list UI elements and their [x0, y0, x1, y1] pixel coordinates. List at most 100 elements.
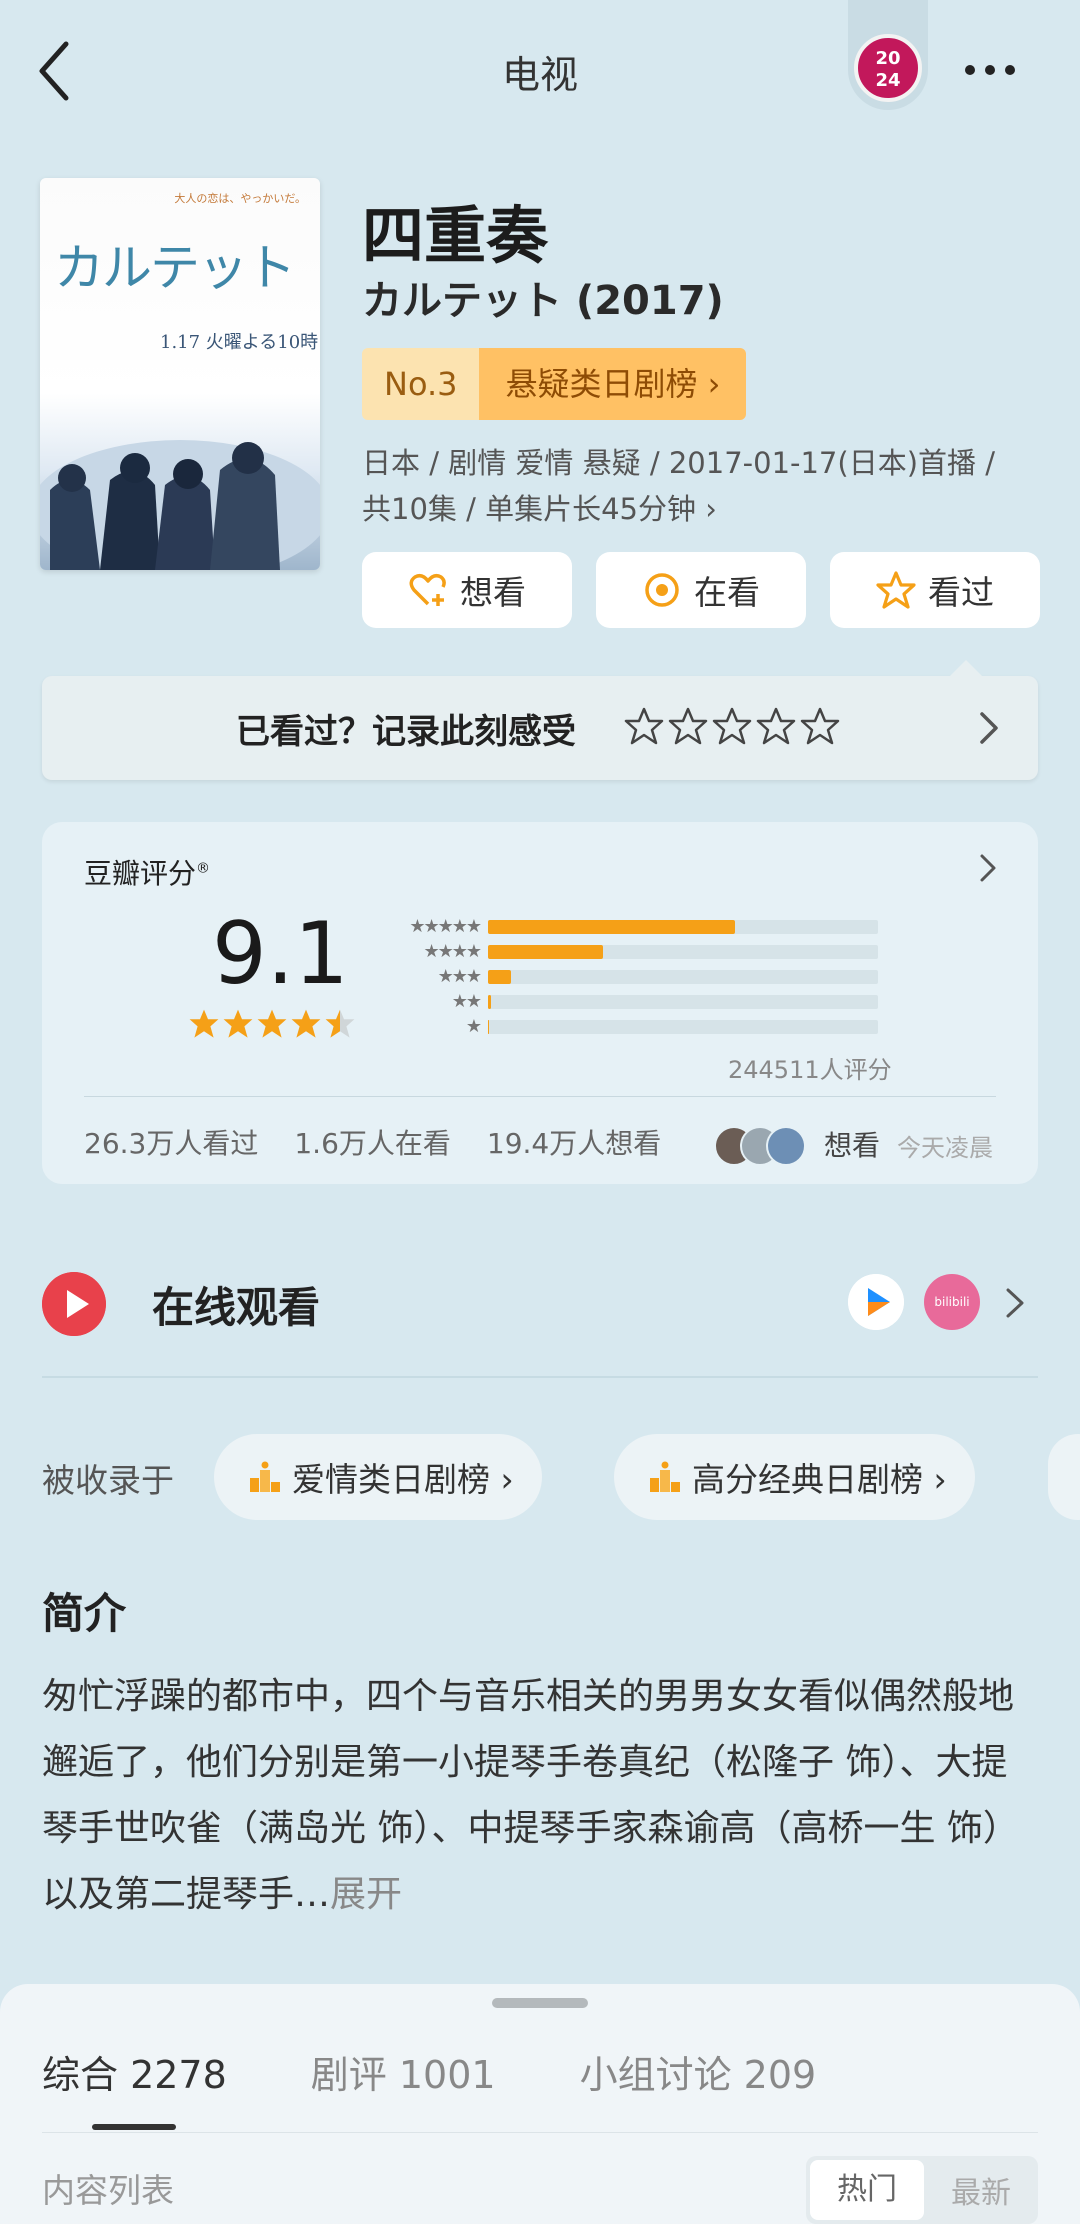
rating-star — [257, 1009, 287, 1038]
poster-tagline: 大人の恋は、やっかいだ。 — [174, 192, 306, 205]
bottom-sheet: 综合 2278 剧评 1001 小组讨论 209 内容列表 热门 最新 — [0, 1984, 1080, 2224]
rating-bar-fill — [488, 944, 604, 959]
rating-bar-stars: ★★ — [451, 991, 482, 1012]
list-chip-label: 爱情类日剧榜 › — [292, 1460, 514, 1499]
rating-stars — [188, 1008, 356, 1040]
synopsis-body: 匆忙浮躁的都市中，四个与音乐相关的男男女女看似偶然般地邂逅了，他们分别是第一小提… — [42, 1676, 1019, 1915]
rank-number: No.3 — [362, 348, 480, 420]
rating-bar-row: ★★★★ — [382, 939, 878, 964]
want-to-watch-label: 想看 — [460, 573, 526, 612]
synopsis-heading: 简介 — [42, 1589, 127, 1638]
rating-star — [325, 1009, 355, 1038]
chevron-right-icon[interactable] — [970, 850, 1006, 886]
show-title: 四重奏 — [362, 199, 549, 272]
poster-date: 1.17 火曜よる10時 — [160, 332, 319, 353]
divider — [84, 1096, 996, 1097]
watched-label: 看过 — [928, 573, 994, 612]
star-outline-icon[interactable] — [624, 706, 664, 746]
watching-label: 在看 — [694, 573, 760, 612]
watched-button[interactable]: 看过 — [830, 552, 1040, 628]
rating-bar-row: ★★★ — [382, 964, 878, 989]
star-outline-icon[interactable] — [712, 706, 752, 746]
rating-bar-track — [488, 994, 878, 1009]
poster-people-illustration — [40, 440, 320, 570]
friend-time: 今天凌晨 — [897, 1134, 993, 1162]
rating-bar-stars: ★ — [465, 1016, 482, 1037]
record-feeling-bar[interactable]: 已看过？记录此刻感受 — [42, 660, 1038, 780]
rating-star — [189, 1009, 219, 1038]
divider — [42, 1376, 1038, 1378]
expand-link[interactable]: 展开 — [330, 1874, 402, 1915]
drag-handle[interactable] — [492, 1998, 588, 2008]
rating-score: 9.1 — [212, 904, 349, 1004]
poster-title: カルテット — [54, 239, 296, 297]
rating-bar-row: ★★ — [382, 989, 878, 1014]
rating-count: 244511人评分 — [728, 1056, 892, 1084]
rating-bar-track — [488, 969, 878, 984]
rating-distribution: ★★★★★ ★★★★ ★★★ ★★ ★ — [382, 914, 878, 1039]
divider — [42, 2132, 1038, 2133]
poster-image[interactable]: 大人の恋は、やっかいだ。 カルテット 1.17 火曜よる10時 — [40, 178, 320, 570]
ranking-podium-icon — [250, 1461, 280, 1492]
online-watch-row[interactable]: 在线观看 bilibili — [42, 1260, 1038, 1380]
rating-bar-stars: ★★★★★ — [409, 916, 482, 937]
online-watch-label: 在线观看 — [152, 1283, 321, 1332]
more-horizontal-icon[interactable] — [960, 50, 1020, 90]
circle-dot-icon — [645, 573, 679, 607]
tab-indicator — [92, 2124, 176, 2130]
meta-line-2: 共10集 / 单集片长45分钟 › — [362, 492, 717, 526]
rating-bar-stars: ★★★ — [437, 966, 482, 987]
rating-bar-fill — [488, 994, 492, 1009]
rating-label-text: 豆瓣评分 — [84, 857, 197, 890]
top-bar: 电视 20 24 — [0, 0, 1080, 140]
list-chip[interactable]: 高分经典日剧榜 › — [614, 1434, 975, 1520]
watching-button[interactable]: 在看 — [596, 552, 806, 628]
rating-bar-fill — [488, 919, 735, 934]
star-outline-icon — [876, 571, 916, 609]
ranking-podium-icon — [650, 1461, 680, 1492]
meta-line-1: 日本 / 剧情 爱情 悬疑 / 2017-01-17(日本)首播 / — [362, 446, 996, 480]
sort-hot-button[interactable]: 热门 — [810, 2160, 924, 2220]
action-buttons: 想看 在看 看过 — [362, 552, 1040, 628]
star-outline-icon[interactable] — [756, 706, 796, 746]
rating-label: 豆瓣评分® — [84, 852, 210, 892]
douban-rating-card[interactable]: 豆瓣评分® 9.1 ★★★★★ ★★★★ ★★★ ★★ ★ 244511人评分 26.3… — [42, 822, 1038, 1184]
record-prompt-text: 已看过？记录此刻感受 — [236, 712, 576, 752]
tab-group-discussion[interactable]: 小组讨论 209 — [580, 2044, 817, 2099]
content-list-label: 内容列表 — [42, 2171, 174, 2210]
rating-star — [291, 1009, 321, 1038]
heart-plus-icon — [409, 573, 446, 606]
synopsis-text: 匆忙浮躁的都市中，四个与音乐相关的男男女女看似偶然般地邂逅了，他们分别是第一小提… — [42, 1664, 1042, 1928]
tab-reviews[interactable]: 剧评 1001 — [311, 2044, 496, 2099]
star-outline-icon[interactable] — [668, 706, 708, 746]
year-badge[interactable]: 20 24 — [848, 0, 928, 110]
year-badge-icon: 20 24 — [854, 34, 922, 102]
chevron-right-icon — [1006, 1288, 1024, 1318]
want-to-watch-button[interactable]: 想看 — [362, 552, 572, 628]
avatar — [766, 1126, 806, 1166]
rating-bar-stars: ★★★★ — [423, 941, 482, 962]
show-original-title: カルテット (2017) — [362, 278, 724, 324]
video-app-icon[interactable] — [848, 1274, 904, 1330]
rate-stars[interactable] — [624, 706, 840, 746]
rating-star — [223, 1009, 253, 1038]
rating-bar-track — [488, 1019, 878, 1034]
sort-new-button[interactable]: 最新 — [924, 2168, 1038, 2212]
content-tabs: 综合 2278 剧评 1001 小组讨论 209 — [42, 2044, 816, 2099]
friend-action: 想看 — [824, 1129, 881, 1162]
list-chip[interactable]: 爱情类日剧榜 › — [214, 1434, 542, 1520]
rank-badge[interactable]: No.3 悬疑类日剧榜 › — [362, 348, 747, 420]
rating-bar-track — [488, 919, 878, 934]
wanted-count: 19.4万人想看 — [486, 1127, 662, 1160]
friend-avatars[interactable] — [714, 1126, 810, 1166]
registered-mark: ® — [196, 860, 211, 877]
show-meta[interactable]: 日本 / 剧情 爱情 悬疑 / 2017-01-17(日本)首播 / 共10集 … — [362, 440, 1042, 532]
bilibili-app-icon[interactable]: bilibili — [924, 1274, 980, 1330]
collected-in-row: 被收录于 爱情类日剧榜 › 高分经典日剧榜 › — [0, 1434, 1080, 1520]
tab-overview[interactable]: 综合 2278 — [42, 2044, 227, 2099]
collected-in-label: 被收录于 — [42, 1461, 174, 1500]
list-chip-partial[interactable] — [1048, 1434, 1080, 1520]
rating-bar-row: ★★★★★ — [382, 914, 878, 939]
sort-toggle: 热门 最新 — [806, 2156, 1038, 2224]
star-outline-icon[interactable] — [800, 706, 840, 746]
